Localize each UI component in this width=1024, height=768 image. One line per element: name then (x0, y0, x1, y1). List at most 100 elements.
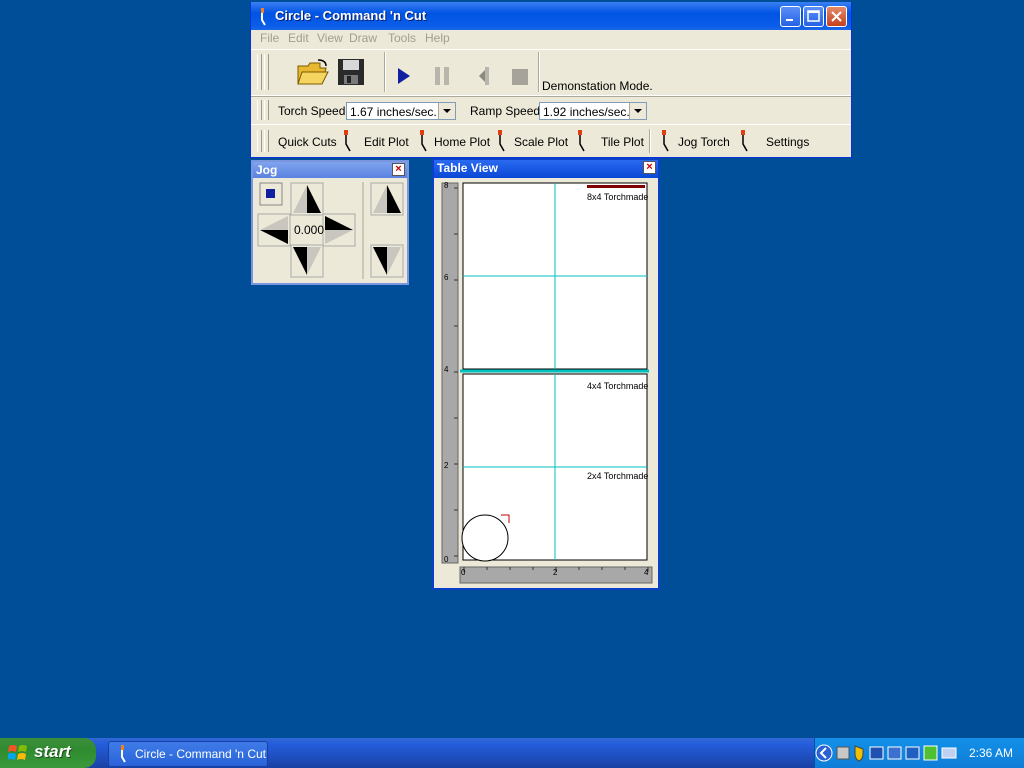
table-view-title-bar[interactable]: Table View × (434, 160, 658, 178)
title-bar[interactable]: Circle - Command 'n Cut (251, 2, 851, 30)
x-tick-label: 4 (644, 568, 649, 577)
torch-speed-select[interactable]: 1.67 inches/sec. (346, 102, 456, 120)
y-tick-label: 6 (444, 273, 449, 282)
maximize-button[interactable] (803, 6, 824, 27)
region-label-4x4: 4x4 Torchmade (587, 381, 649, 391)
clock[interactable]: 2:36 AM (969, 746, 1013, 760)
toolbar-grip[interactable] (264, 130, 269, 152)
save-icon[interactable] (337, 58, 365, 86)
jog-torch-button[interactable]: Jog Torch (678, 135, 730, 149)
toolbar-grip[interactable] (264, 100, 269, 120)
tray-display-icon (941, 747, 957, 759)
tray-security-icon (854, 745, 864, 762)
plot-toolbar: Quick Cuts Edit Plot Home Plot Scale Plo… (251, 124, 851, 157)
taskbar-item-command-n-cut[interactable]: Circle - Command 'n Cut (108, 741, 268, 767)
tray-app-icon (905, 746, 920, 760)
region-label-2x4: 2x4 Torchmade (587, 471, 649, 481)
jog-up-arrow-icon (290, 182, 324, 216)
jog-left-arrow-icon (257, 213, 291, 247)
jog-down-arrow-icon (290, 244, 324, 278)
close-icon (831, 11, 842, 22)
main-toolbar: Demonstation Mode. (251, 49, 851, 97)
jog-distance-value: 0.000 (293, 223, 325, 237)
jog-close-icon[interactable]: × (392, 163, 405, 176)
menu-edit[interactable]: Edit (288, 31, 309, 45)
table-view-close-icon[interactable]: × (643, 161, 656, 174)
settings-button[interactable]: Settings (766, 135, 809, 149)
jog-stop-icon (266, 189, 275, 198)
tray-app-icon (887, 746, 902, 760)
main-window: Circle - Command 'n Cut File Edit View D… (250, 2, 852, 158)
toolbar-separator (384, 52, 386, 92)
minimize-icon (786, 19, 793, 21)
menu-help[interactable]: Help (425, 31, 450, 45)
jog-pad (257, 182, 404, 279)
toolbar-grip[interactable] (257, 130, 262, 152)
system-tray: 2:36 AM (814, 738, 1024, 768)
torch-icon (662, 130, 669, 152)
menu-file[interactable]: File (260, 31, 279, 45)
home-plot-button[interactable]: Home Plot (434, 135, 490, 149)
minimize-button[interactable] (780, 6, 801, 27)
toolbar-separator (649, 129, 651, 153)
scale-plot-button[interactable]: Scale Plot (514, 135, 568, 149)
chevron-down-icon[interactable] (629, 103, 646, 119)
speed-toolbar: Torch Speed 1.67 inches/sec. Ramp Speed … (251, 95, 851, 125)
table-view-title: Table View (437, 161, 498, 175)
jog-z-up-arrow-icon (370, 182, 404, 216)
jog-z-down-arrow-icon (370, 244, 404, 278)
ramp-speed-select[interactable]: 1.92 inches/sec. (539, 102, 647, 120)
stop-icon[interactable] (511, 68, 529, 86)
windows-logo-icon (8, 745, 27, 760)
close-button[interactable] (826, 6, 847, 27)
torch-app-icon (121, 745, 126, 763)
taskbar: start Circle - Command 'n Cut 2:36 AM (0, 738, 1024, 768)
torch-app-icon (261, 8, 266, 26)
window-title: Circle - Command 'n Cut (275, 8, 427, 23)
menu-tools[interactable]: Tools (388, 31, 416, 45)
taskbar-item-label: Circle - Command 'n Cut (135, 747, 266, 761)
menu-bar: File Edit View Draw Tools Help (251, 28, 851, 48)
menu-view[interactable]: View (317, 31, 343, 45)
open-folder-icon[interactable] (296, 58, 330, 88)
jog-title-bar[interactable]: Jog × (253, 162, 407, 178)
start-button[interactable]: start (0, 738, 96, 768)
jog-title: Jog (256, 163, 278, 177)
torch-icon (420, 130, 427, 152)
x-tick-label: 0 (461, 568, 466, 577)
y-tick-label: 8 (444, 181, 449, 190)
menu-draw[interactable]: Draw (349, 31, 377, 45)
step-back-icon[interactable] (477, 66, 491, 86)
start-label: start (34, 742, 71, 761)
torch-speed-label: Torch Speed (278, 104, 346, 118)
quick-cuts-button[interactable]: Quick Cuts (278, 135, 337, 149)
tray-app-icon (869, 746, 884, 760)
torch-icon (498, 130, 505, 152)
pause-icon[interactable] (434, 66, 450, 86)
toolbar-grip[interactable] (264, 54, 269, 90)
status-text: Demonstation Mode. (542, 79, 653, 93)
ramp-speed-label: Ramp Speed (470, 104, 541, 118)
torch-icon (344, 130, 351, 152)
tray-network-icon (836, 746, 850, 760)
torch-icon (741, 130, 748, 152)
torch-icon (578, 130, 585, 152)
chevron-down-icon[interactable] (438, 103, 455, 119)
y-tick-label: 4 (444, 365, 449, 374)
y-tick-label: 0 (444, 555, 449, 564)
toolbar-separator (538, 52, 540, 92)
x-tick-label: 2 (553, 568, 558, 577)
play-icon[interactable] (397, 67, 411, 85)
tile-plot-button[interactable]: Tile Plot (601, 135, 644, 149)
edit-plot-button[interactable]: Edit Plot (364, 135, 409, 149)
toolbar-grip[interactable] (257, 54, 262, 90)
tray-icons (815, 744, 957, 762)
maximize-icon (807, 10, 820, 22)
toolbar-grip[interactable] (257, 100, 262, 120)
circle-part (461, 514, 509, 562)
jog-window: Jog × 0.000 (251, 160, 409, 285)
tray-expand-icon (815, 744, 833, 762)
plate-marker (587, 185, 645, 188)
y-tick-label: 2 (444, 461, 449, 470)
region-label-8x4: 8x4 Torchmade (587, 192, 649, 202)
